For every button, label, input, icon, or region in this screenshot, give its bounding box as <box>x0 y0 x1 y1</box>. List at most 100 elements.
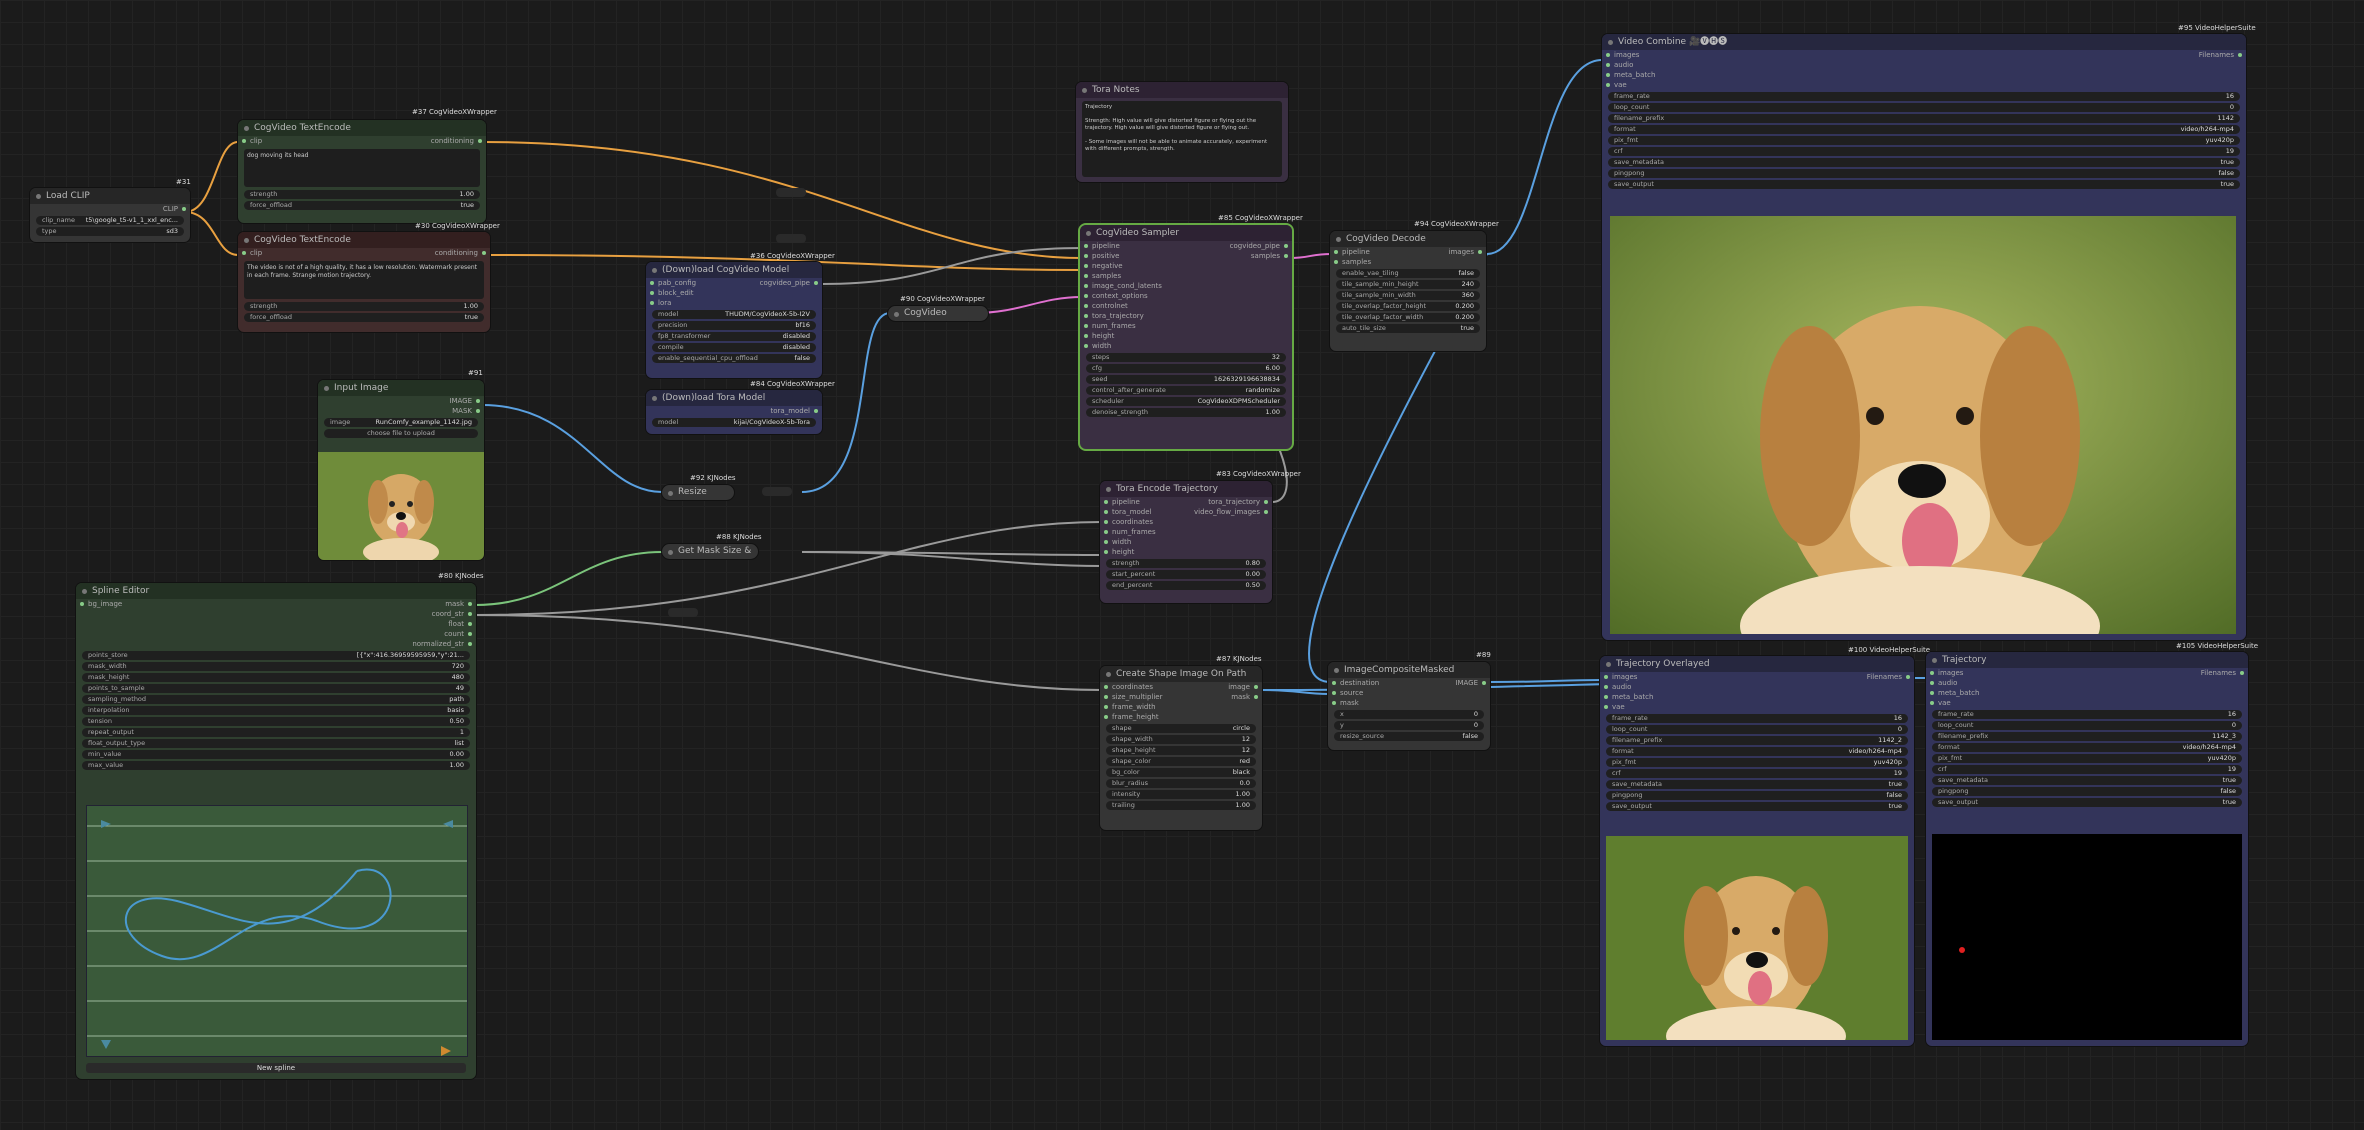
widget-force-offload[interactable]: force_offload true <box>244 201 480 210</box>
input-destination[interactable]: destination <box>1328 678 1490 688</box>
input-pipeline[interactable]: pipeline <box>1080 241 1292 251</box>
input-num-frames[interactable]: num_frames <box>1100 527 1272 537</box>
widget-points-store[interactable]: points_store [{"x":416.36959595959,"y":21… <box>82 651 470 660</box>
widget-y[interactable]: y0 <box>1334 721 1484 730</box>
widget-points-to-sample[interactable]: points_to_sample 49 <box>82 684 470 693</box>
input-width[interactable]: width <box>1080 341 1292 351</box>
widget-type[interactable]: type sd3 <box>36 227 184 236</box>
input-negative[interactable]: negative <box>1080 261 1292 271</box>
widget-float-output-type[interactable]: float_output_type list <box>82 739 470 748</box>
widget-start-percent[interactable]: start_percent 0.00 <box>1106 570 1266 579</box>
node-cogvideo-sampler[interactable]: CogVideo Sampler cogvideo_pipe samples p… <box>1080 225 1292 449</box>
input-lora[interactable]: lora <box>646 298 822 308</box>
node-text-encode-negative[interactable]: CogVideo TextEncode clip conditioning Th… <box>238 232 490 332</box>
widget-control-after-generate[interactable]: control_after_generate randomize <box>1086 386 1286 395</box>
widget-frame-rate[interactable]: frame_rate 16 <box>1608 92 2240 101</box>
node-resize-image[interactable]: Resize Image <box>662 485 734 500</box>
node-trajectory[interactable]: Trajectory Filenames images audio meta_b… <box>1926 652 2248 1046</box>
input-width[interactable]: width <box>1100 537 1272 547</box>
widget-shape-height[interactable]: shape_height 12 <box>1106 746 1256 755</box>
prompt-textarea[interactable]: dog moving its head <box>244 149 480 187</box>
input-height[interactable]: height <box>1080 331 1292 341</box>
widget-save-metadata[interactable]: save_metadata true <box>1932 776 2242 785</box>
widget-scheduler[interactable]: scheduler CogVideoXDPMScheduler <box>1086 397 1286 406</box>
widget-tension[interactable]: tension 0.50 <box>82 717 470 726</box>
input-vae[interactable]: vae <box>1602 80 2246 90</box>
widget-model[interactable]: model THUDM/CogVideoX-5b-I2V <box>652 310 816 319</box>
input-meta-batch[interactable]: meta_batch <box>1600 692 1914 702</box>
widget-bg-color[interactable]: bg_color black <box>1106 768 1256 777</box>
widget-filename-prefix[interactable]: filename_prefix 1142 <box>1608 114 2240 123</box>
widget-pingpong[interactable]: pingpong false <box>1606 791 1908 800</box>
input-size-multiplier[interactable]: size_multiplier <box>1100 692 1262 702</box>
prompt-textarea[interactable]: The video is not of a high quality, it h… <box>244 261 484 299</box>
spline-canvas[interactable] <box>86 805 468 1057</box>
widget-loop-count[interactable]: loop_count 0 <box>1608 103 2240 112</box>
node-download-cogvideo-model[interactable]: (Down)load CogVideo Model cogvideo_pipe … <box>646 262 822 378</box>
output-mask[interactable]: mask <box>376 599 476 609</box>
node-tora-encode-trajectory[interactable]: Tora Encode Trajectory tora_trajectory v… <box>1100 481 1272 603</box>
input-source[interactable]: source <box>1328 688 1490 698</box>
widget-save-output[interactable]: save_output true <box>1608 180 2240 189</box>
input-controlnet[interactable]: controlnet <box>1080 301 1292 311</box>
input-tora-trajectory[interactable]: tora_trajectory <box>1080 311 1292 321</box>
widget-save-metadata[interactable]: save_metadata true <box>1606 780 1908 789</box>
input-frame-width[interactable]: frame_width <box>1100 702 1262 712</box>
widget-strength[interactable]: strength 1.00 <box>244 190 480 199</box>
upload-button[interactable]: choose file to upload <box>324 429 478 438</box>
video-preview-overlay[interactable] <box>1606 836 1908 1040</box>
widget-strength[interactable]: strength 1.00 <box>244 302 484 311</box>
input-coordinates[interactable]: coordinates <box>1100 517 1272 527</box>
input-audio[interactable]: audio <box>1602 60 2246 70</box>
widget-crf[interactable]: crf 19 <box>1932 765 2242 774</box>
node-get-mask-size[interactable]: Get Mask Size & Count <box>662 544 758 559</box>
node-download-tora-model[interactable]: (Down)load Tora Model tora_model model ki… <box>646 390 822 434</box>
input-samples[interactable]: samples <box>1080 271 1292 281</box>
widget-clip-name[interactable]: clip_name t5\google_t5-v1_1_xxl_enc... <box>36 216 184 225</box>
widget-filename-prefix[interactable]: filename_prefix 1142_3 <box>1932 732 2242 741</box>
widget-vae-tiling[interactable]: enable_vae_tiling false <box>1336 269 1480 278</box>
node-trajectory-overlayed[interactable]: Trajectory Overlayed Filenames images au… <box>1600 656 1914 1046</box>
widget-pix-fmt[interactable]: pix_fmt yuv420p <box>1932 754 2242 763</box>
widget-pix-fmt[interactable]: pix_fmt yuv420p <box>1606 758 1908 767</box>
widget-trailing[interactable]: trailing 1.00 <box>1106 801 1256 810</box>
video-preview-trajectory[interactable] <box>1932 834 2242 1040</box>
widget-format[interactable]: format video/h264-mp4 <box>1606 747 1908 756</box>
reroute[interactable] <box>762 487 792 496</box>
reroute[interactable] <box>776 188 806 197</box>
widget-interpolation[interactable]: interpolation basis <box>82 706 470 715</box>
widget-frame-rate[interactable]: frame_rate 16 <box>1932 710 2242 719</box>
output-normalized-str[interactable]: normalized_str <box>376 639 476 649</box>
notes-text[interactable]: Trajectory Strength: High value will giv… <box>1082 101 1282 177</box>
input-context-options[interactable]: context_options <box>1080 291 1292 301</box>
input-vae[interactable]: vae <box>1600 702 1914 712</box>
widget-save-output[interactable]: save_output true <box>1932 798 2242 807</box>
input-height[interactable]: height <box>1100 547 1272 557</box>
widget-x[interactable]: x0 <box>1334 710 1484 719</box>
input-samples[interactable]: samples <box>1330 257 1486 267</box>
widget-resize-source[interactable]: resize_source false <box>1334 732 1484 741</box>
widget-repeat-output[interactable]: repeat_output 1 <box>82 728 470 737</box>
widget-crf[interactable]: crf 19 <box>1608 147 2240 156</box>
widget-cfg[interactable]: cfg 6.00 <box>1086 364 1286 373</box>
node-input-image[interactable]: Input Image IMAGE MASK image RunComfy_exa… <box>318 380 484 560</box>
widget-steps[interactable]: steps 32 <box>1086 353 1286 362</box>
node-tora-notes[interactable]: Tora Notes Trajectory Strength: High val… <box>1076 82 1288 182</box>
node-image-composite-masked[interactable]: ImageCompositeMasked IMAGE destination s… <box>1328 662 1490 750</box>
node-spline-editor[interactable]: Spline Editor bg_image mask coord_str fl… <box>76 583 476 1079</box>
widget-tile-min-height[interactable]: tile_sample_min_height 240 <box>1336 280 1480 289</box>
widget-compile[interactable]: compile disabled <box>652 343 816 352</box>
widget-blur-radius[interactable]: blur_radius 0.0 <box>1106 779 1256 788</box>
input-images[interactable]: images <box>1602 50 2246 60</box>
input-audio[interactable]: audio <box>1600 682 1914 692</box>
input-image-cond-latents[interactable]: image_cond_latents <box>1080 281 1292 291</box>
input-frame-height[interactable]: frame_height <box>1100 712 1262 722</box>
input-images[interactable]: images <box>1600 672 1914 682</box>
input-num-frames[interactable]: num_frames <box>1080 321 1292 331</box>
reroute[interactable] <box>776 234 806 243</box>
widget-overlap-width[interactable]: tile_overlap_factor_width 0.200 <box>1336 313 1480 322</box>
input-audio[interactable]: audio <box>1926 678 2248 688</box>
widget-sequential-offload[interactable]: enable_sequential_cpu_offload false <box>652 354 816 363</box>
widget-seed[interactable]: seed 1626329196638834 <box>1086 375 1286 384</box>
widget-intensity[interactable]: intensity 1.00 <box>1106 790 1256 799</box>
